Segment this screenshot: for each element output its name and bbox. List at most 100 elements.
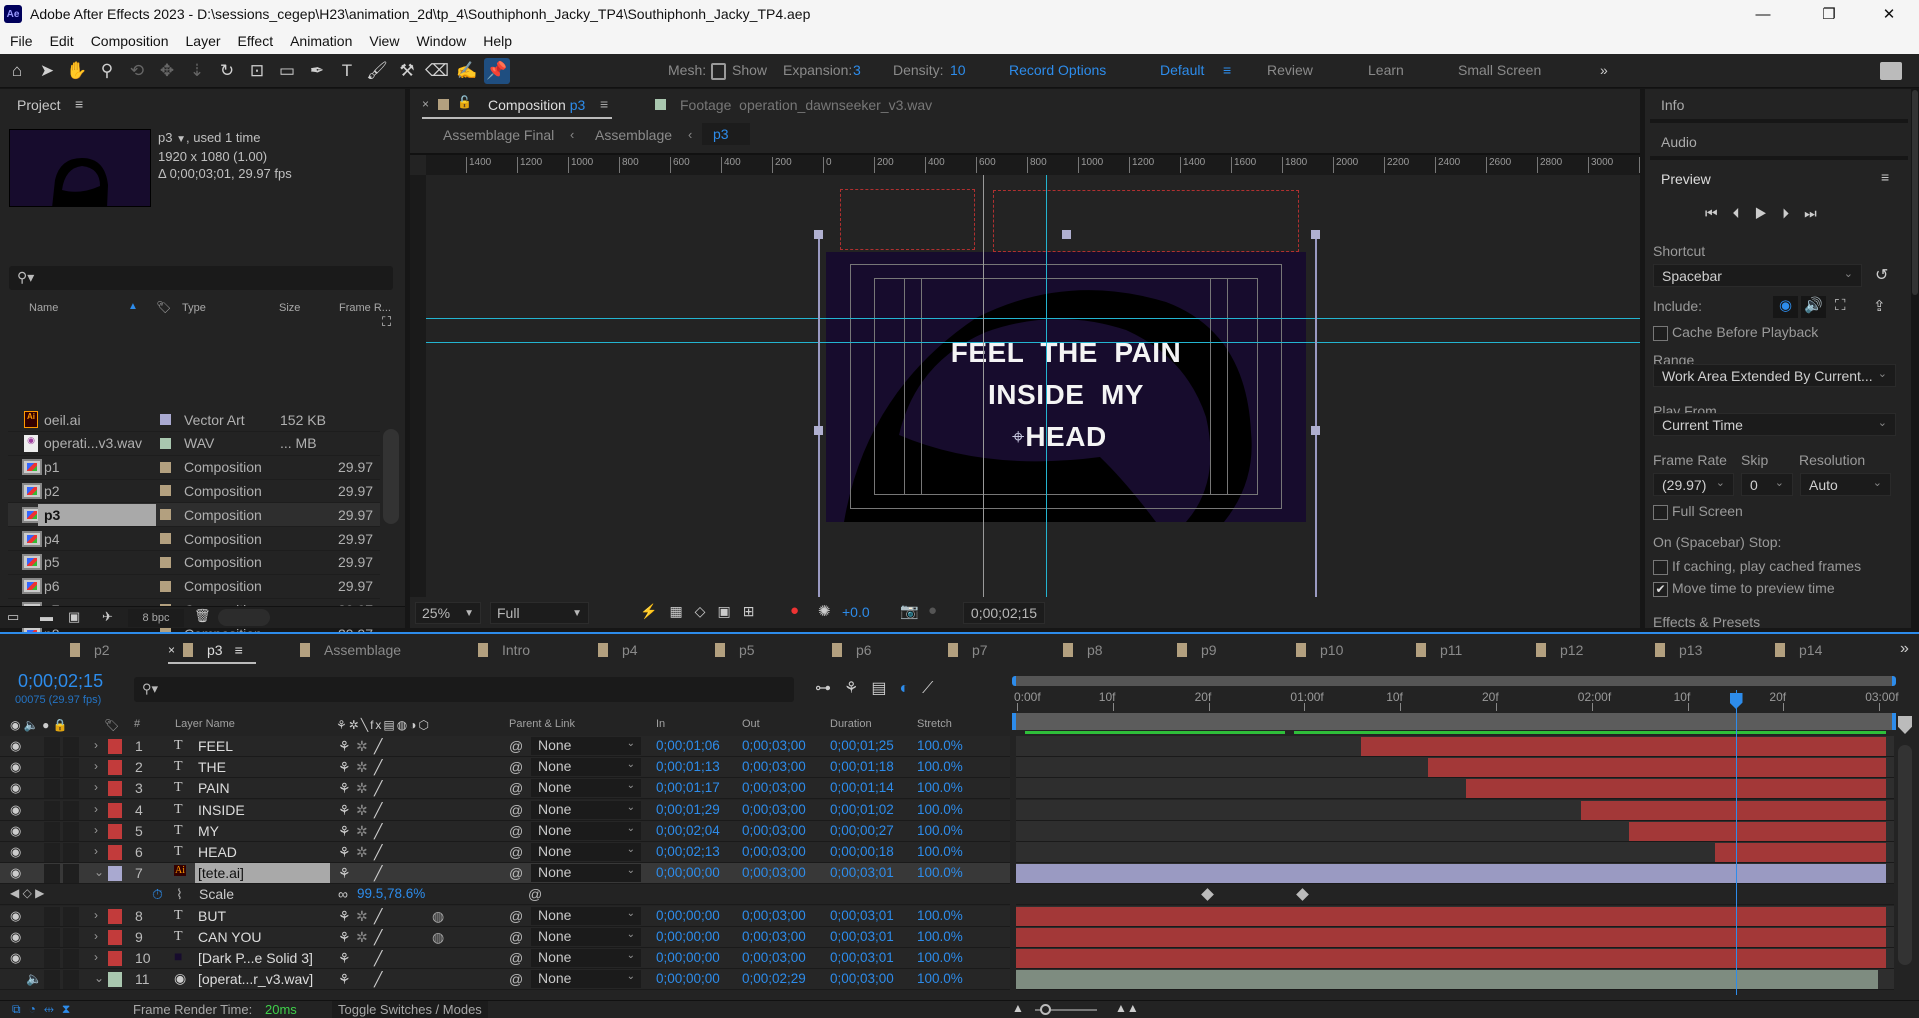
layer-in-point[interactable]: 0;00;00;00 xyxy=(656,950,720,965)
canvas-text[interactable]: FEEL THE PAIN INSIDE MY HEAD xyxy=(826,332,1306,458)
project-search-input[interactable]: ⚲▾ xyxy=(9,266,393,290)
next-frame-icon[interactable]: ⏵ xyxy=(1782,205,1804,221)
rotation-tool-icon[interactable]: ↻ xyxy=(214,58,240,84)
motion-blur-icon[interactable]: ◐ xyxy=(899,680,922,697)
timeline-zoom-slider-handle[interactable] xyxy=(1040,1004,1051,1015)
menu-edit[interactable]: Edit xyxy=(50,33,74,49)
tab-composition[interactable]: Composition p3 xyxy=(488,97,585,113)
transparency-grid-icon[interactable]: ▦ xyxy=(669,603,694,619)
menu-file[interactable]: File xyxy=(10,33,33,49)
reset-exposure-icon[interactable]: ✺ xyxy=(818,602,831,620)
pick-whip-icon[interactable]: @ xyxy=(509,950,523,966)
column-parent-link[interactable]: Parent & Link xyxy=(509,718,575,730)
parent-dropdown[interactable]: None ⌄ xyxy=(531,779,641,798)
roto-brush-icon[interactable]: ✍ xyxy=(454,58,480,84)
label-color-swatch[interactable] xyxy=(160,485,171,497)
layer-name[interactable]: INSIDE xyxy=(195,800,248,820)
effects-presets-tab[interactable]: Effects & Presets xyxy=(1653,614,1760,628)
property-value[interactable]: 99.5,78.6% xyxy=(357,886,425,901)
toggle-switches-modes-button[interactable]: Toggle Switches / Modes xyxy=(332,1001,488,1018)
hand-tool-icon[interactable]: ✋ xyxy=(64,58,90,84)
layer-duration[interactable]: 0;00;03;00 xyxy=(830,971,894,986)
layer-row[interactable]: ◉ ⌄ 7 Ai [tete.ai] ⚘ ╱ @ None ⌄ 0;00;00;00 0;00;03;… xyxy=(0,863,1010,885)
preview-panel-title[interactable]: Preview xyxy=(1661,171,1711,187)
selection-tool-icon[interactable]: ➤ xyxy=(34,58,60,84)
layer-row[interactable]: ◉ › 4 T INSIDE ⚘ ✲ ╱ @ None ⌄ 0;00;01;29 0;00;03;00 0… xyxy=(0,799,1010,821)
timeline-tab-p7[interactable]: p7 xyxy=(948,642,988,658)
include-overlays-icon[interactable]: ⛶ xyxy=(1835,297,1846,314)
audio-toggle-icon[interactable]: 🔈 xyxy=(24,718,39,732)
solo-toggle[interactable] xyxy=(44,843,60,862)
layer-duration[interactable]: 0;00;01;18 xyxy=(830,759,894,774)
layer-stretch[interactable]: 100.0% xyxy=(917,929,963,944)
solo-toggle[interactable] xyxy=(44,800,60,820)
menu-view[interactable]: View xyxy=(369,33,399,49)
timeline-tab-p13[interactable]: p13 xyxy=(1655,642,1702,658)
breadcrumb-assemblage-final[interactable]: Assemblage Final xyxy=(443,127,554,143)
column-size[interactable]: Size xyxy=(279,302,300,314)
layer-out-point[interactable]: 0;00;03;00 xyxy=(742,759,806,774)
project-horizontal-scrollbar[interactable] xyxy=(218,609,270,626)
type-tool-icon[interactable]: T xyxy=(334,58,360,84)
composition-flowchart-icon[interactable]: ⊶ xyxy=(815,680,844,697)
column-stretch[interactable]: Stretch xyxy=(917,718,952,730)
orbit-camera-icon[interactable]: ⟲ xyxy=(124,58,150,84)
label-column-tag-icon[interactable]: 🏷 xyxy=(156,300,171,314)
timeline-tab-p9[interactable]: p9 xyxy=(1177,642,1217,658)
column-type[interactable]: Type xyxy=(182,302,206,314)
lock-toggle[interactable] xyxy=(63,779,79,799)
lock-toggle[interactable] xyxy=(63,864,79,884)
layer-in-point[interactable]: 0;00;02;04 xyxy=(656,823,720,838)
layer-in-point[interactable]: 0;00;00;00 xyxy=(656,929,720,944)
if-caching-checkbox[interactable] xyxy=(1653,559,1668,575)
parent-dropdown[interactable]: None ⌄ xyxy=(531,821,641,840)
layer-out-point[interactable]: 0;00;03;00 xyxy=(742,908,806,923)
density-value[interactable]: 10 xyxy=(950,62,966,78)
cache-before-playback-checkbox[interactable] xyxy=(1653,325,1668,341)
layer-in-point[interactable]: 0;00;00;00 xyxy=(656,971,720,986)
workspace-menu-icon[interactable]: ≡ xyxy=(1223,62,1231,78)
lock-toggle[interactable] xyxy=(63,906,79,926)
preview-item-name[interactable]: p3 xyxy=(158,130,172,145)
timeline-panel-menu-icon[interactable]: ≡ xyxy=(235,642,243,658)
lock-toggle[interactable] xyxy=(63,800,79,820)
dolly-camera-icon[interactable]: ⇣ xyxy=(184,58,210,84)
expand-twirl-icon[interactable]: › xyxy=(94,759,98,773)
new-composition-icon[interactable]: ▣ xyxy=(68,609,80,625)
workspace-review[interactable]: Review xyxy=(1267,62,1313,78)
clone-stamp-icon[interactable]: ⚒ xyxy=(394,58,420,84)
layer-row[interactable]: ◉ › 10 ■ [Dark P...e Solid 3] ⚘ ╱ @ None ⌄ 0;00;00… xyxy=(0,948,1010,969)
timeline-tab-p2[interactable]: p2 xyxy=(70,642,110,658)
workspace-default[interactable]: Default xyxy=(1160,62,1204,78)
quality-switch-icon[interactable]: ╱ xyxy=(374,971,382,988)
layer-label-color[interactable] xyxy=(108,823,122,839)
collapse-switch-icon[interactable]: ✲ xyxy=(356,759,368,776)
expand-twirl-icon[interactable]: › xyxy=(94,780,98,794)
layer-switches-icon[interactable]: ⧉ xyxy=(12,1002,29,1016)
shortcut-dropdown[interactable]: Spacebar ⌄ xyxy=(1653,264,1862,287)
layer-duration[interactable]: 0;00;03;01 xyxy=(830,865,894,880)
timeline-tab-p12[interactable]: p12 xyxy=(1536,642,1583,658)
quality-switch-icon[interactable]: ╱ xyxy=(374,950,382,967)
project-item-name[interactable]: oeil.ai xyxy=(38,409,156,431)
layer-name[interactable]: THE xyxy=(195,757,229,777)
first-frame-icon[interactable]: ⏮ xyxy=(1705,205,1733,221)
layer-stretch[interactable]: 100.0% xyxy=(917,971,963,986)
column-duration[interactable]: Duration xyxy=(830,718,872,730)
timeline-tab-assemblage[interactable]: Assemblage xyxy=(300,642,401,658)
pick-whip-icon[interactable]: @ xyxy=(509,908,523,924)
timeline-tab-intro[interactable]: Intro xyxy=(478,642,530,658)
parent-dropdown[interactable]: None ⌄ xyxy=(531,843,641,861)
sync-settings-icon[interactable] xyxy=(1880,62,1902,80)
guides-icon[interactable]: ⊞ xyxy=(743,603,767,619)
layer-name[interactable]: HEAD xyxy=(195,842,240,862)
project-item-name[interactable]: p6 xyxy=(38,575,156,597)
shy-switch-icon[interactable]: ⚘ xyxy=(338,929,351,946)
preview-panel-menu-icon[interactable]: ≡ xyxy=(1881,169,1889,185)
layer-in-point[interactable]: 0;00;01;17 xyxy=(656,780,720,795)
layer-label-color[interactable] xyxy=(108,845,122,860)
solo-toggle[interactable] xyxy=(44,906,60,926)
project-item-name[interactable]: p5 xyxy=(38,551,156,573)
layer-out-point[interactable]: 0;00;02;29 xyxy=(742,971,806,986)
layer-name[interactable]: MY xyxy=(195,821,222,841)
